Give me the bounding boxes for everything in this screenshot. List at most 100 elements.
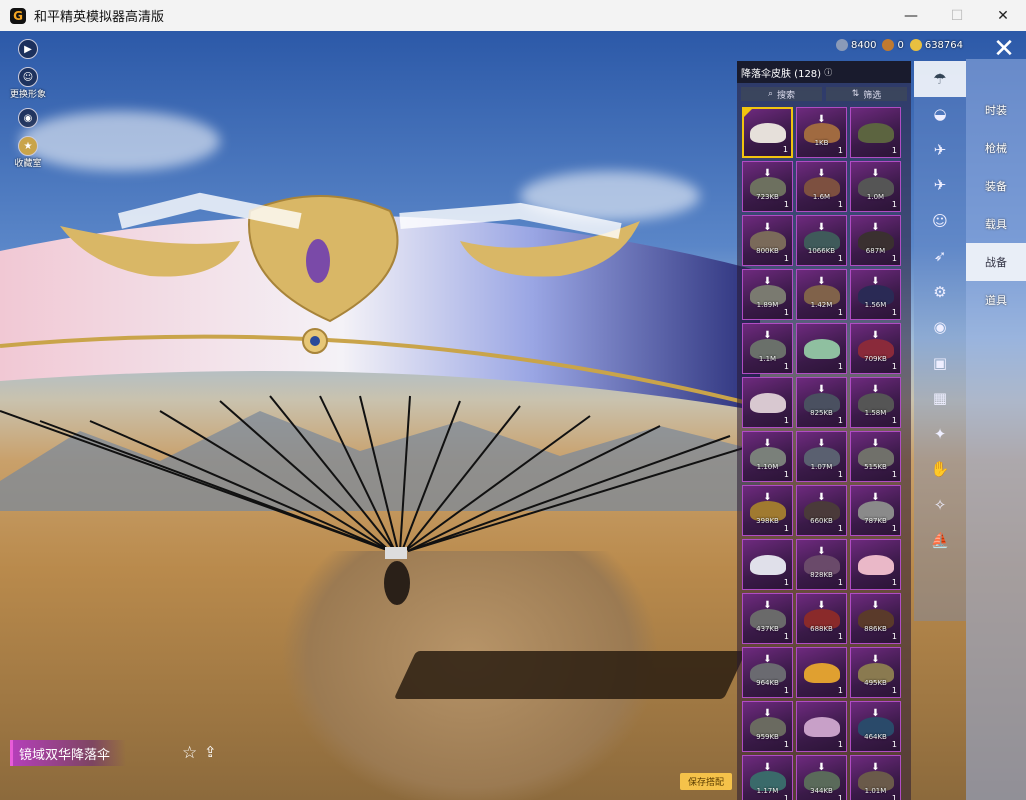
download-icon: ⬇ [871,276,880,287]
item-count: 1 [783,740,789,749]
filter-button[interactable]: ⇅ 筛选 [826,87,907,101]
download-icon: ⬇ [871,168,880,179]
item-count: 1 [837,524,843,533]
item-count: 1 [891,308,897,317]
skin-item[interactable]: ⬇ 959KB 1 [742,701,793,752]
skin-item[interactable]: ⬇ 344KB 1 [796,755,847,800]
item-count: 1 [783,578,789,587]
skin-item[interactable]: ⬇ 464KB 1 [850,701,901,752]
view-button[interactable]: ◉ [12,108,44,128]
skin-item[interactable]: ⬇ 1.01M 1 [850,755,901,800]
item-count: 1 [837,578,843,587]
nav-tab[interactable]: 道具 [966,281,1026,319]
robot-icon[interactable]: ⚙ [914,274,966,310]
skin-item[interactable]: ⬇ 495KB 1 [850,647,901,698]
skin-item[interactable]: 1 [742,377,793,428]
favorite-star-icon[interactable]: ☆ [182,743,197,763]
gold-amount: 638764 [924,40,964,51]
skin-item[interactable]: ⬇ 828KB 1 [796,539,847,590]
skin-item[interactable]: ⬇ 800KB 1 [742,215,793,266]
ship-icon[interactable]: ⛵ [914,523,966,559]
skin-item[interactable]: ⬇ 709KB 1 [850,323,901,374]
skin-item[interactable]: ⬇ 825KB 1 [796,377,847,428]
emote-icon[interactable]: ☺ [914,203,966,239]
skin-item[interactable]: 1 [742,539,793,590]
parachute-icon[interactable]: ☂ [914,61,966,97]
skin-item[interactable]: ⬇ 437KB 1 [742,593,793,644]
grenade-icon[interactable]: ✦ [914,416,966,452]
wand-icon[interactable]: ✧ [914,487,966,523]
skin-item[interactable]: ⬇ 1.17M 1 [742,755,793,800]
skin-item[interactable]: ⬇ 964KB 1 [742,647,793,698]
save-outfit-button[interactable]: 保存搭配 [680,773,732,790]
share-icon[interactable]: ⇪ [204,743,217,761]
maximize-button[interactable]: ☐ [934,0,980,31]
skin-item[interactable]: ⬇ 687M 1 [850,215,901,266]
skin-item[interactable]: ⬇ 688KB 1 [796,593,847,644]
nav-tab[interactable]: 枪械 [966,129,1026,167]
skin-item[interactable]: ⬇ 1KB 1 [796,107,847,158]
filter-icon: ⇅ [851,89,860,99]
skin-item[interactable]: ⬇ 1.58M 1 [850,377,901,428]
skin-panel: 降落伞皮肤 (128) ⓘ ⌕ 搜索 ⇅ 筛选 1 ⬇ 1KB 1 1 ⬇ 723KB 1 ⬇ 1.6… [737,61,911,800]
nav-tab[interactable]: 战备 [966,243,1026,281]
skin-item[interactable]: ⬇ 1.6M 1 [796,161,847,212]
skin-item[interactable]: ⬇ 1.89M 1 [742,269,793,320]
skin-item[interactable]: ⬇ 1.0M 1 [850,161,901,212]
nav-tab[interactable]: 载具 [966,205,1026,243]
download-icon: ⬇ [817,114,826,125]
close-window-button[interactable]: ✕ [980,0,1026,31]
skin-item[interactable]: 1 [850,539,901,590]
hand-icon[interactable]: ✋ [914,452,966,488]
skin-item[interactable]: ⬇ 1066KB 1 [796,215,847,266]
box-icon[interactable]: ▣ [914,345,966,381]
minimize-button[interactable]: — [888,0,934,31]
search-button[interactable]: ⌕ 搜索 [741,87,822,101]
radio-icon[interactable]: ◉ [914,310,966,346]
item-count: 1 [783,362,789,371]
glider-icon[interactable]: ➶ [914,239,966,275]
gold-currency: 638764 [909,39,964,51]
skin-item[interactable]: ⬇ 1.10M 1 [742,431,793,482]
download-icon: ⬇ [817,222,826,233]
plane-icon[interactable]: ✈ [914,168,966,204]
skin-item[interactable]: ⬇ 398KB 1 [742,485,793,536]
drone-icon[interactable]: ✈ [914,132,966,168]
skin-item[interactable]: ⬇ 1.07M 1 [796,431,847,482]
item-count: 1 [783,632,789,641]
window-title: 和平精英模拟器高清版 [34,10,165,25]
skin-item[interactable]: ⬇ 660KB 1 [796,485,847,536]
skin-item[interactable]: 1 [796,647,847,698]
skin-item[interactable]: 1 [796,701,847,752]
skin-item[interactable]: ⬇ 886KB 1 [850,593,901,644]
item-count: 1 [891,794,897,800]
collection-button[interactable]: ★ 收藏室 [12,136,44,169]
skin-item[interactable]: ⬇ 1.1M 1 [742,323,793,374]
skin-item[interactable]: ⬇ 1.42M 1 [796,269,847,320]
nav-tab[interactable]: 时装 [966,91,1026,129]
app-icon: G [10,7,26,24]
skin-item[interactable]: ⬇ 723KB 1 [742,161,793,212]
eye-icon: ◉ [18,108,38,128]
parachute-model [0,192,760,605]
item-count: 1 [891,686,897,695]
skin-item[interactable]: ⬇ 515KB 1 [850,431,901,482]
play-button[interactable]: ▶ [12,39,44,59]
change-appearance-button[interactable]: ☺ 更换形象 [10,67,46,100]
item-count: 1 [891,146,897,155]
skin-thumbnail [803,338,840,359]
item-count: 1 [837,416,843,425]
skin-item[interactable]: ⬇ 787KB 1 [850,485,901,536]
skin-item[interactable]: ⬇ 1.56M 1 [850,269,901,320]
skin-item[interactable]: 1 [796,323,847,374]
item-count: 1 [891,524,897,533]
info-icon[interactable]: ⓘ [824,67,832,78]
download-icon: ⬇ [871,654,880,665]
skin-item[interactable]: 1 [850,107,901,158]
ufo-icon[interactable]: ◒ [914,97,966,133]
photo-icon[interactable]: ▦ [914,381,966,417]
item-count: 1 [837,632,843,641]
nav-tab[interactable]: 装备 [966,167,1026,205]
item-count: 1 [783,686,789,695]
skin-item[interactable]: 1 [742,107,793,158]
